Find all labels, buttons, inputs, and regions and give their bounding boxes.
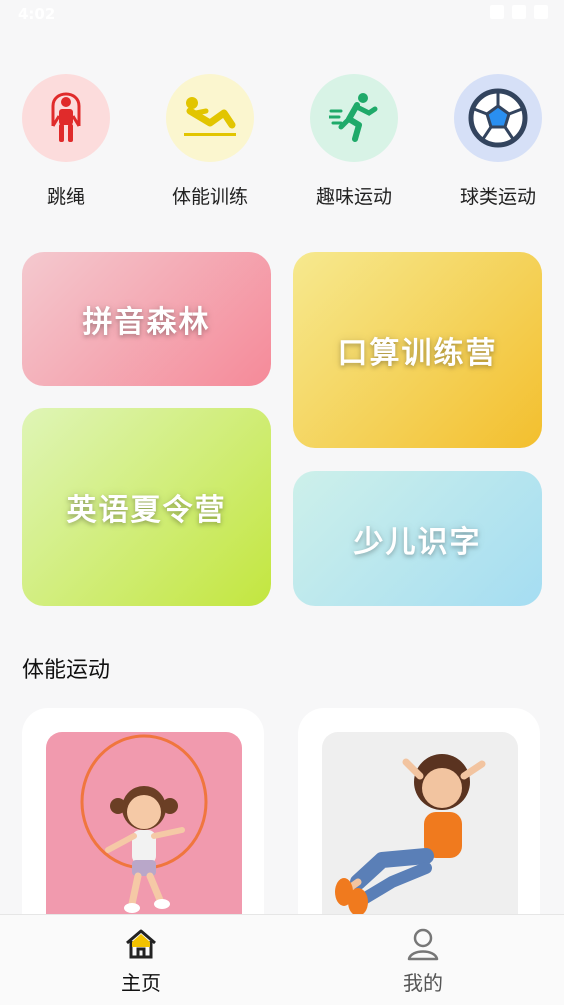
- exercise-card-jump-rope[interactable]: [22, 708, 264, 948]
- nav-home-label: 主页: [121, 971, 161, 995]
- status-bar: 4:02: [0, 0, 564, 30]
- runner-icon: [310, 74, 398, 162]
- course-card-pinyin[interactable]: 拼音森林: [22, 252, 271, 386]
- category-ball-sports[interactable]: 球类运动: [438, 74, 558, 209]
- category-label: 球类运动: [459, 186, 536, 208]
- home-icon: [126, 929, 156, 959]
- jump-rope-icon: [22, 74, 110, 162]
- situp-icon: [166, 74, 254, 162]
- section-title: 体能运动: [22, 658, 111, 683]
- status-time: 4:02: [18, 5, 56, 23]
- category-label: 体能训练: [171, 186, 248, 208]
- category-label: 跳绳: [46, 186, 85, 208]
- category-jump-rope[interactable]: 跳绳: [6, 74, 126, 209]
- status-icons: [490, 5, 548, 19]
- nav-mine-label: 我的: [403, 971, 443, 995]
- category-fitness-training[interactable]: 体能训练: [150, 74, 270, 209]
- course-card-literacy[interactable]: 少儿识字: [293, 471, 542, 606]
- bottom-nav: 主页 我的: [0, 914, 564, 1005]
- exercise-card-situps[interactable]: [298, 708, 540, 948]
- nav-mine[interactable]: 我的: [353, 927, 493, 996]
- course-title: 英语夏令营: [66, 493, 227, 528]
- battery-icon: [534, 5, 548, 19]
- wifi-icon: [490, 5, 504, 19]
- course-card-mental-math[interactable]: 口算训练营: [293, 252, 542, 448]
- category-fun-sports[interactable]: 趣味运动: [294, 74, 414, 209]
- girl-jumping-rope-image: [46, 732, 242, 932]
- course-card-english-camp[interactable]: 英语夏令营: [22, 408, 271, 606]
- girl-doing-situps-image: [322, 732, 518, 932]
- nav-home[interactable]: 主页: [71, 927, 211, 996]
- course-title: 拼音森林: [82, 305, 211, 340]
- course-title: 口算训练营: [337, 336, 498, 371]
- course-title: 少儿识字: [353, 524, 482, 560]
- soccer-ball-icon: [454, 74, 542, 162]
- category-label: 趣味运动: [315, 186, 392, 208]
- signal-icon: [512, 5, 526, 19]
- user-icon: [407, 928, 439, 961]
